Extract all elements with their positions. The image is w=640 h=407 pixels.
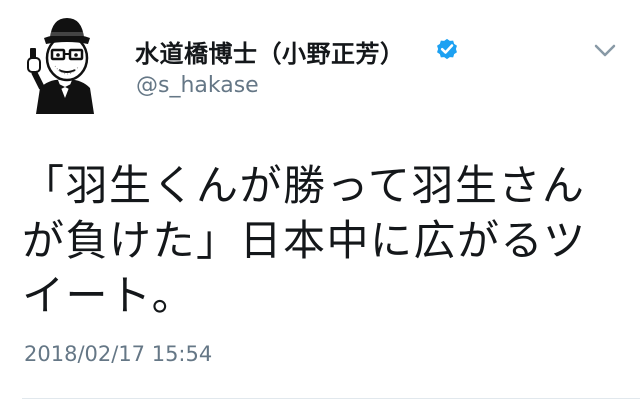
display-name[interactable]: 水道橋博士（小野正芳）	[135, 34, 405, 69]
tweet-text: 「羽生くんが勝って羽生さんが負けた」日本中に広がるツイート。	[22, 161, 587, 320]
tweet-timestamp[interactable]: 2018/02/17 15:54	[24, 342, 212, 366]
chevron-down-icon[interactable]	[594, 44, 616, 58]
verified-check-icon	[437, 38, 457, 60]
user-handle[interactable]: @s_hakase	[136, 73, 259, 98]
tweet-card: 水道橋博士（小野正芳） @s_hakase 「羽生くんが勝って羽生さんが負けた」…	[0, 0, 640, 407]
avatar[interactable]	[22, 14, 108, 114]
divider	[22, 398, 640, 399]
